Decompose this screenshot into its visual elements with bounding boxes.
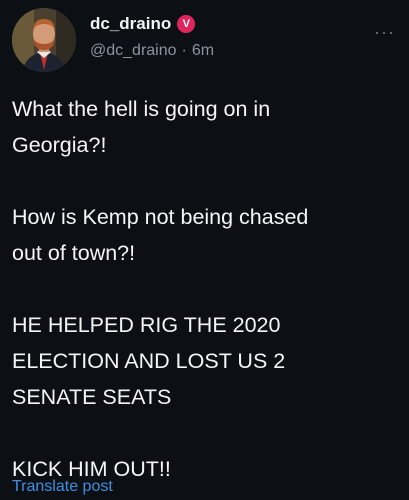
post-line: SENATE SEATS	[12, 385, 172, 409]
post-line: What the hell is going on in	[12, 97, 271, 121]
more-options-icon[interactable]: ···	[374, 22, 395, 43]
translate-post-link[interactable]: Translate post	[12, 478, 113, 496]
post-line: out of town?!	[12, 241, 136, 265]
post-paragraph: HE HELPED RIG THE 2020 ELECTION AND LOST…	[12, 307, 392, 415]
post-line: ELECTION AND LOST US 2	[12, 349, 286, 373]
verified-badge-icon: V	[177, 15, 196, 33]
post: dc_draino V @dc_draino · 6m ··· What the…	[0, 0, 409, 500]
author-name-row: dc_draino V	[90, 14, 196, 34]
post-paragraph: What the hell is going on in Georgia?!	[12, 91, 392, 163]
post-line: How is Kemp not being chased	[12, 205, 309, 229]
display-name[interactable]: dc_draino	[90, 14, 171, 34]
post-paragraph: How is Kemp not being chased out of town…	[12, 199, 392, 271]
avatar-image	[12, 8, 76, 72]
avatar[interactable]	[12, 8, 76, 72]
meta-separator: ·	[181, 42, 187, 59]
post-timestamp[interactable]: 6m	[192, 42, 214, 60]
author-handle[interactable]: @dc_draino	[90, 42, 177, 60]
post-line: Georgia?!	[12, 133, 107, 157]
author-meta-row: @dc_draino · 6m	[90, 42, 214, 60]
post-line: HE HELPED RIG THE 2020	[12, 313, 281, 337]
post-body: What the hell is going on in Georgia?! H…	[12, 91, 392, 487]
